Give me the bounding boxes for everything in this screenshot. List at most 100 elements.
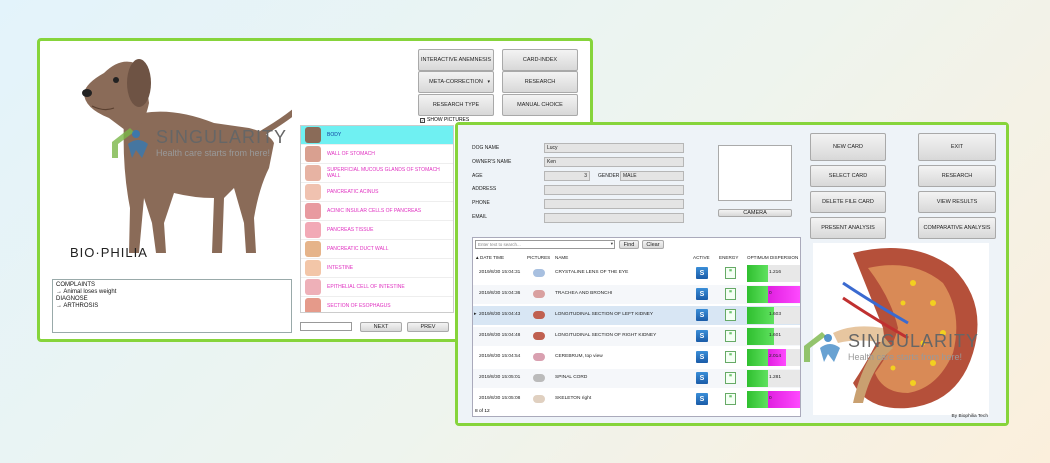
email-field[interactable] — [544, 213, 684, 223]
organ-list-item[interactable]: PANCREATIC ACINUS — [301, 183, 453, 202]
table-row[interactable]: 2019/8/30 15:04:54 CEREBRUM, top view S ▦ 2.… — [473, 348, 800, 367]
next-button[interactable]: NEXT — [360, 322, 402, 332]
col-active[interactable]: ACTIVE — [693, 255, 710, 260]
exit-button[interactable]: EXIT — [918, 133, 996, 161]
prev-button[interactable]: PREV — [407, 322, 449, 332]
dog-name-field[interactable]: Lucy — [544, 143, 684, 153]
research-button[interactable]: RESEARCH — [502, 71, 578, 93]
age-label: AGE — [472, 173, 483, 179]
dispersion-bar: 1.281 — [747, 370, 800, 387]
row-picture-icon — [533, 332, 545, 340]
row-date: 2019/8/30 15:04:43 — [479, 312, 521, 317]
present-analysis-button[interactable]: PRESENT ANALYSIS — [810, 217, 886, 239]
energy-icon[interactable]: ▦ — [725, 330, 736, 342]
table-row[interactable]: 2019/8/30 15:05:01 SPINAL CORD S ▦ 1.281 — [473, 369, 800, 388]
organ-thumbnail-icon — [305, 241, 321, 257]
col-pictures[interactable]: PICTURES — [527, 255, 550, 260]
organ-label: PANCREATIC DUCT WALL — [327, 246, 389, 252]
dispersion-bar: 0 — [747, 391, 800, 408]
view-results-button[interactable]: VIEW RESULTS — [918, 191, 996, 213]
organ-list[interactable]: BODY WALL OF STOMACH SUPERFICIAL MUCOUS … — [300, 125, 454, 313]
energy-icon[interactable]: ▦ — [725, 267, 736, 279]
address-field[interactable] — [544, 185, 684, 195]
row-date: 2019/8/30 15:05:01 — [479, 375, 521, 380]
card-panel: DOG NAME Lucy OWNER'S NAME Ken AGE 3 GEN… — [458, 125, 1006, 423]
col-energy[interactable]: ENERGY — [719, 255, 738, 260]
row-active-button[interactable]: S — [696, 267, 708, 279]
chevron-down-icon[interactable]: ▾ — [611, 241, 613, 247]
row-picture-icon — [533, 311, 545, 319]
organ-thumbnail-icon — [305, 298, 321, 312]
col-date-time[interactable]: DATE TIME — [480, 255, 504, 260]
phone-label: PHONE — [472, 200, 490, 206]
dispersion-value: 1.601 — [769, 333, 782, 338]
organ-list-item[interactable]: EPITHELIAL CELL OF INTESTINE — [301, 278, 453, 297]
pet-photo-frame — [718, 145, 792, 201]
organ-list-item[interactable]: PANCREATIC DUCT WALL — [301, 240, 453, 259]
row-pointer-icon: ▸ — [474, 312, 477, 317]
complaints-box[interactable]: COMPLAINTS → Animal loses weight DIAGNOS… — [52, 279, 292, 333]
research-button[interactable]: RESEARCH — [918, 165, 996, 187]
row-name: CRYSTALINE LENS OF THE EYE — [555, 270, 629, 275]
owner-name-field[interactable]: Ken — [544, 157, 684, 167]
clear-button[interactable]: Clear — [642, 240, 664, 249]
organ-list-item[interactable]: WALL OF STOMACH — [301, 145, 453, 164]
row-active-button[interactable]: S — [696, 393, 708, 405]
organ-list-item[interactable]: ACINIC INSULAR CELLS OF PANCREAS — [301, 202, 453, 221]
row-active-button[interactable]: S — [696, 372, 708, 384]
organ-list-item[interactable]: BODY — [301, 126, 453, 145]
table-row[interactable]: ▸ 2019/8/30 15:04:43 LONGITUDINAL SECTION … — [473, 306, 800, 325]
camera-button[interactable]: CAMERA — [718, 209, 792, 217]
energy-icon[interactable]: ▦ — [725, 393, 736, 405]
phone-field[interactable] — [544, 199, 684, 209]
research-type-button[interactable]: RESEARCH TYPE — [418, 94, 494, 116]
row-date: 2019/8/30 15:05:08 — [479, 396, 521, 401]
organ-label: SECTION OF ESOPHAGUS — [327, 303, 391, 309]
table-row[interactable]: 2019/8/30 15:04:31 CRYSTALINE LENS OF THE… — [473, 264, 800, 283]
dispersion-bar-magenta — [767, 391, 800, 408]
table-search-input[interactable]: Enter text to search... ▾ — [475, 240, 615, 249]
find-button[interactable]: Find — [619, 240, 639, 249]
age-field[interactable]: 3 — [544, 171, 590, 181]
energy-icon[interactable]: ▦ — [725, 372, 736, 384]
row-name: LONGITUDINAL SECTION OF RIGHT KIDNEY — [555, 333, 657, 338]
delete-file-card-button[interactable]: DELETE FILE CARD — [810, 191, 886, 213]
dog-illustration — [82, 59, 307, 253]
manual-choice-button[interactable]: MANUAL CHOICE — [502, 94, 578, 116]
col-sort-icon[interactable]: ▲ — [475, 255, 480, 260]
table-header: ▲ DATE TIME PICTURES NAME ACTIVE ENERGY … — [473, 254, 800, 262]
organ-thumbnail-icon — [305, 222, 321, 238]
card-index-button[interactable]: CARD-INDEX — [502, 49, 578, 71]
table-row[interactable]: 2019/8/30 15:04:48 LONGITUDINAL SECTION O… — [473, 327, 800, 346]
energy-icon[interactable]: ▦ — [725, 288, 736, 300]
table-row[interactable]: 2019/8/30 15:04:36 TRACHEA AND BRONCHI S ▦ 0 — [473, 285, 800, 304]
footer-credit: By Biophilia Tech — [951, 414, 988, 419]
row-active-button[interactable]: S — [696, 330, 708, 342]
meta-correction-select[interactable]: META-CORRECTION ▾ — [418, 71, 494, 93]
interactive-anemnesis-button[interactable]: INTERACTIVE ANEMNESIS — [418, 49, 494, 71]
comparative-analysis-button[interactable]: COMPARATIVE ANALYSIS — [918, 217, 996, 239]
row-active-button[interactable]: S — [696, 288, 708, 300]
gender-field[interactable]: MALE — [620, 171, 684, 181]
results-table: Enter text to search... ▾ Find Clear ▲ D… — [472, 237, 801, 417]
row-active-button[interactable]: S — [696, 309, 708, 321]
row-active-button[interactable]: S — [696, 351, 708, 363]
col-optimum-dispersion[interactable]: OPTIMUM DISPERSION — [747, 255, 798, 260]
organ-list-item[interactable]: SECTION OF ESOPHAGUS — [301, 297, 453, 312]
table-row[interactable]: 2019/8/30 15:05:08 SKELETON right S ▦ 0 — [473, 390, 800, 409]
organ-list-item[interactable]: SUPERFICIAL MUCOUS GLANDS OF STOMACH WAL… — [301, 164, 453, 183]
complaints-line: → Animal loses weight — [56, 289, 117, 295]
organ-search-input[interactable] — [300, 322, 352, 331]
organ-list-item[interactable]: INTESTINE — [301, 259, 453, 278]
dispersion-bar-green — [747, 265, 768, 282]
energy-icon[interactable]: ▦ — [725, 351, 736, 363]
col-name[interactable]: NAME — [555, 255, 568, 260]
organ-list-item[interactable]: PANCREAS TISSUE — [301, 221, 453, 240]
new-card-button[interactable]: NEW CARD — [810, 133, 886, 161]
energy-icon[interactable]: ▦ — [725, 309, 736, 321]
organ-thumbnail-icon — [305, 203, 321, 219]
organ-thumbnail-icon — [305, 279, 321, 295]
select-card-button[interactable]: SELECT CARD — [810, 165, 886, 187]
meta-correction-label: META-CORRECTION — [429, 79, 483, 85]
organ-thumbnail-icon — [305, 184, 321, 200]
